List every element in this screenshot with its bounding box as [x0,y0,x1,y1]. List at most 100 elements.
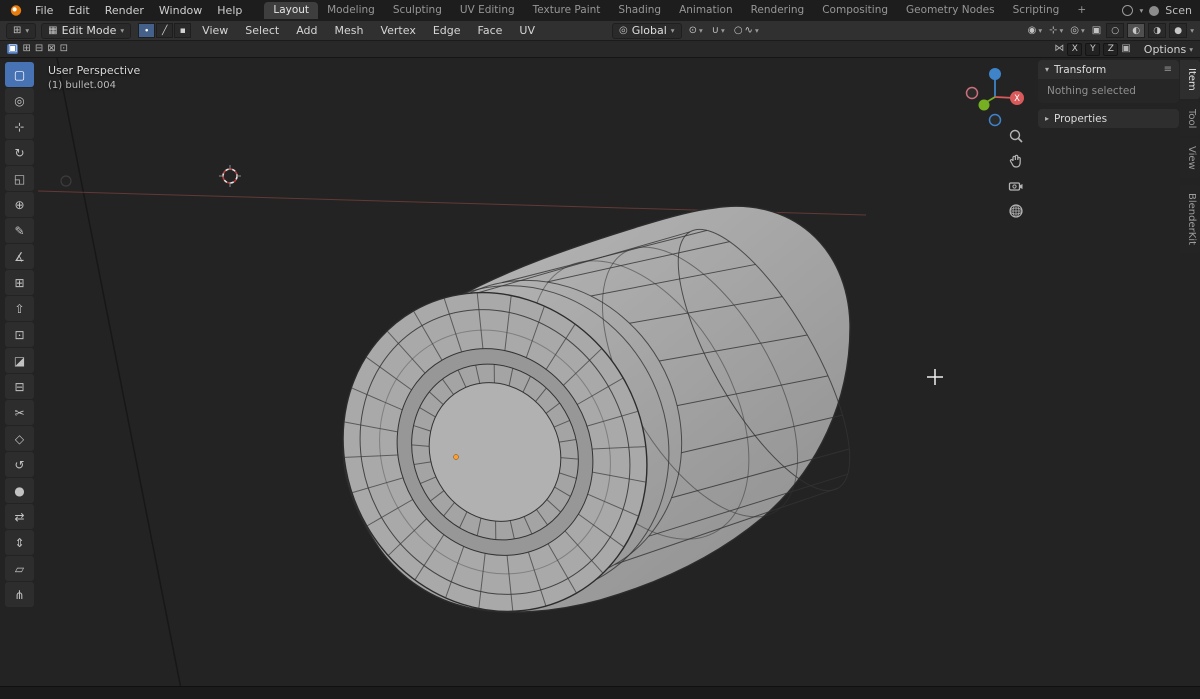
tool-add-cube[interactable]: ⊞ [5,270,34,295]
workspace-tab-shading[interactable]: Shading [609,2,670,20]
tool-knife[interactable]: ✂ [5,400,34,425]
mirror-z-toggle[interactable]: Z [1103,42,1119,56]
sidebar-tab-tool[interactable]: Tool [1180,100,1200,137]
tool-edge-slide[interactable]: ⇄ [5,504,34,529]
workspace-tab-animation[interactable]: Animation [670,2,742,20]
snap-toggle-button[interactable]: ∪ ▾ [710,25,727,36]
face-select-button[interactable]: ▪ [174,23,192,38]
magnifier-icon [1009,129,1023,143]
menu-face[interactable]: Face [472,22,509,39]
shading-wireframe-button[interactable]: ○ [1106,23,1125,38]
tool-inset-faces[interactable]: ⊡ [5,322,34,347]
workspace-tab-sculpting[interactable]: Sculpting [384,2,451,20]
vertex-select-button[interactable]: ∙ [138,23,156,38]
workspace-tab-uv-editing[interactable]: UV Editing [451,2,524,20]
add-workspace-button[interactable]: + [1068,2,1095,20]
transform-panel-header[interactable]: ▾ Transform ≡ [1038,60,1179,79]
menu-file[interactable]: File [28,2,60,19]
tool-bevel[interactable]: ◪ [5,348,34,373]
menu-window[interactable]: Window [152,2,209,19]
orientation-globe-icon: ◎ [618,24,628,36]
select-mode-set-icon[interactable]: ▣ [7,44,19,54]
shading-rendered-button[interactable]: ● [1169,23,1188,38]
menu-help[interactable]: Help [210,2,249,19]
visibility-button[interactable]: ◉ ▾ [1026,24,1045,36]
sidebar-tab-view[interactable]: View [1180,138,1200,178]
snap-options-icon[interactable]: ▣ [1121,44,1130,54]
menu-mesh[interactable]: Mesh [329,22,370,39]
gizmos-button[interactable]: ⊹ ▾ [1047,25,1065,36]
tool-transform[interactable]: ⊕ [5,192,34,217]
extensions-icon[interactable] [1122,5,1134,16]
tool-spin[interactable]: ↺ [5,452,34,477]
tool-scale[interactable]: ◱ [5,166,34,191]
workspace-tab-texture-paint[interactable]: Texture Paint [524,2,610,20]
overlays-button[interactable]: ◎ ▾ [1068,25,1087,36]
gizmo-y-axis [978,99,990,111]
nav-gizmo[interactable]: X [958,60,1032,134]
blender-logo-icon[interactable] [8,4,23,17]
select-mode-invert-icon[interactable]: ⊠ [47,44,55,54]
orientation-label: Global [631,24,667,37]
tool-shear[interactable]: ▱ [5,556,34,581]
workspace-tab-rendering[interactable]: Rendering [742,2,814,20]
mode-dropdown[interactable]: ▦ Edit Mode ▾ [41,22,132,39]
tool-rip-region[interactable]: ⋔ [5,582,34,607]
scene-name[interactable]: Scen [1165,4,1192,17]
menu-add[interactable]: Add [290,22,323,39]
proportional-edit-button[interactable]: ○ ∿ ▾ [732,25,761,36]
sidebar-tab-blenderkit[interactable]: BlenderKit [1180,184,1200,253]
shading-solid-button[interactable]: ◐ [1127,23,1146,38]
xray-icon: ▣ [1091,24,1102,36]
menu-view[interactable]: View [196,22,234,39]
chevron-down-icon: ▾ [1139,6,1144,15]
mirror-x-toggle[interactable]: X [1067,42,1083,56]
menu-select[interactable]: Select [239,22,285,39]
tool-measure[interactable]: ∡ [5,244,34,269]
perspective-toggle-button[interactable] [1004,200,1028,222]
properties-panel-header[interactable]: ▸ Properties [1038,109,1179,128]
tool-rotate[interactable]: ↻ [5,140,34,165]
zoom-button[interactable] [1004,125,1028,147]
menu-vertex[interactable]: Vertex [374,22,421,39]
chevron-down-icon: ▾ [670,26,675,35]
chevron-right-icon: ▸ [1045,114,1050,123]
workspace-tab-scripting[interactable]: Scripting [1004,2,1069,20]
tool-select-box[interactable]: ▢ [5,62,34,87]
shading-material-button[interactable]: ◑ [1148,23,1167,38]
hand-icon [1009,154,1021,168]
options-dropdown[interactable]: Options ▾ [1144,43,1193,56]
menu-edit[interactable]: Edit [61,2,96,19]
workspace-tab-compositing[interactable]: Compositing [813,2,897,20]
menu-edge[interactable]: Edge [427,22,467,39]
xray-toggle-button[interactable]: ▣ [1090,24,1103,36]
edge-select-button[interactable]: ╱ [156,23,174,38]
mirror-y-toggle[interactable]: Y [1085,42,1101,56]
tool-poly-build[interactable]: ◇ [5,426,34,451]
tool-smooth[interactable]: ● [5,478,34,503]
tool-extrude-region[interactable]: ⇧ [5,296,34,321]
sidebar-tab-item[interactable]: Item [1180,60,1200,99]
workspace-tab-layout[interactable]: Layout [264,1,319,20]
tool-annotate[interactable]: ✎ [5,218,34,243]
visibility-icon: ◉ [1027,24,1037,36]
editor-type-button[interactable]: ⊞ ▾ [6,22,37,39]
select-mode-subtract-icon[interactable]: ⊟ [35,44,43,54]
pan-button[interactable] [1004,150,1028,172]
camera-view-button[interactable] [1004,175,1028,197]
select-mode-extend-icon[interactable]: ⊞ [22,44,30,54]
tool-move[interactable]: ⊹ [5,114,34,139]
tool-loop-cut[interactable]: ⊟ [5,374,34,399]
workspace-tab-modeling[interactable]: Modeling [318,2,384,20]
tool-shrink-fatten[interactable]: ⇕ [5,530,34,555]
workspace-tab-geometry-nodes[interactable]: Geometry Nodes [897,2,1004,20]
chevron-down-icon: ▾ [721,26,725,35]
tool-cursor[interactable]: ◎ [5,88,34,113]
pivot-point-button[interactable]: ⊙ ▾ [687,25,705,36]
orientation-dropdown[interactable]: ◎ Global ▾ [611,22,682,39]
menu-render[interactable]: Render [98,2,151,19]
panel-menu-icon[interactable]: ≡ [1164,64,1172,75]
chevron-down-icon: ▾ [1189,44,1193,54]
menu-uv[interactable]: UV [513,22,541,39]
select-mode-intersect-icon[interactable]: ⊡ [60,44,68,54]
